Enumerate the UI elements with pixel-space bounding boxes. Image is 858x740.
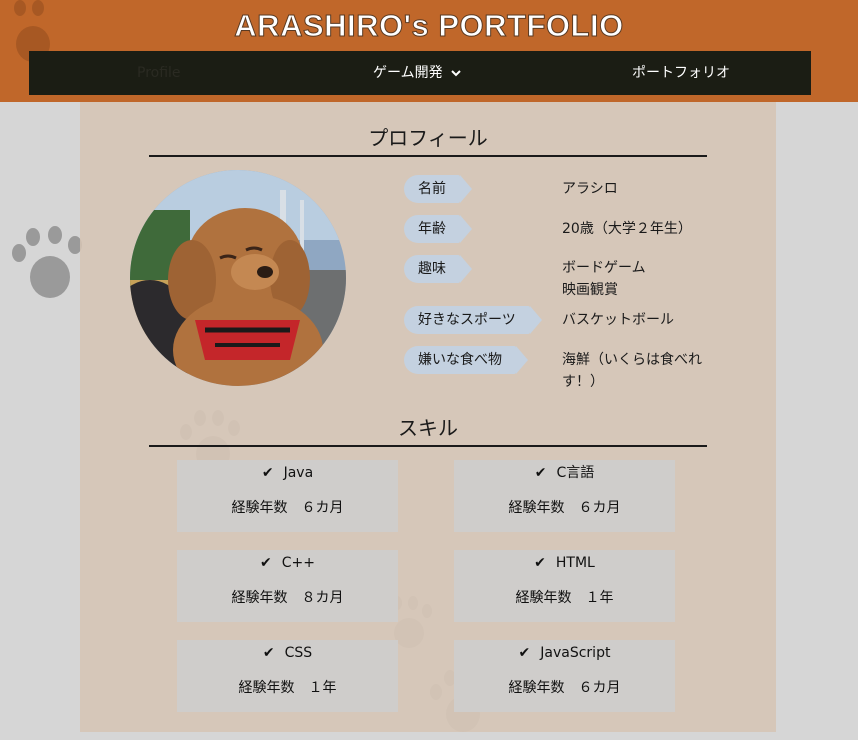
info-value-line: ボードゲーム [562,260,646,276]
info-label-name: 名前 [404,175,472,203]
check-icon: ✔ [261,465,274,481]
info-label-sport: 好きなスポーツ [404,306,542,334]
skill-card-java: ✔ Java 経験年数 ６カ月 [177,460,398,532]
skill-name: C++ [281,555,315,571]
info-value-age: 20歳（大学２年生） [562,221,692,237]
check-icon: ✔ [534,465,547,481]
info-value-disliked-food: 海鮮（いくらは食べれ す！） [562,349,702,393]
skill-name-row: ✔ C++ [177,552,398,574]
profile-heading: プロフィール [149,122,707,157]
skill-card-html: ✔ HTML 経験年数 １年 [454,550,675,622]
info-value-line: す！） [562,374,604,390]
skills-heading: スキル [149,412,707,447]
skill-card-cpp: ✔ C++ 経験年数 ８カ月 [177,550,398,622]
skill-experience: 経験年数 ６カ月 [231,500,344,516]
skill-name: HTML [555,555,595,571]
info-value-sport: バスケットボール [562,312,674,328]
skill-card-css: ✔ CSS 経験年数 １年 [177,640,398,712]
nav-item-portfolio[interactable]: ポートフォリオ [632,51,730,95]
skill-name: CSS [284,645,313,661]
info-value-hobby: ボードゲーム 映画観賞 [562,257,646,301]
skill-experience: 経験年数 １年 [515,590,614,606]
skill-name: Java [283,465,314,481]
check-icon: ✔ [534,555,546,571]
skill-experience: 経験年数 １年 [238,680,337,696]
skill-name-row: ✔ JavaScript [454,642,675,664]
nav-item-profile[interactable]: Profile [137,51,181,95]
info-value-line: 海鮮（いくらは食べれ [562,352,702,368]
skill-experience: 経験年数 ８カ月 [231,590,344,606]
skill-name-row: ✔ Java [177,462,398,484]
info-label-age: 年齢 [404,215,472,243]
skill-card-javascript: ✔ JavaScript 経験年数 ６カ月 [454,640,675,712]
skill-card-c: ✔ C言語 経験年数 ６カ月 [454,460,675,532]
site-header: ARASHIRO's PORTFOLIO Profile ゲーム開発 ポートフォ… [0,0,858,102]
skill-experience: 経験年数 ６カ月 [508,680,621,696]
check-icon: ✔ [262,645,275,661]
check-icon: ✔ [518,645,531,661]
site-title: ARASHIRO's PORTFOLIO [234,8,624,44]
nav-item-game-dev[interactable]: ゲーム開発 [373,51,461,95]
main-nav: Profile ゲーム開発 ポートフォリオ [29,51,811,95]
main-content: プロフィール 名前 アラシロ 年齢 20歳（大学２年生） 趣味 ボードゲーム 映… [80,102,776,732]
skill-name-row: ✔ C言語 [454,462,675,484]
skill-name-row: ✔ CSS [177,642,398,664]
info-value-line: 映画観賞 [562,282,618,298]
chevron-down-icon [450,52,461,96]
info-label-disliked-food: 嫌いな食べ物 [404,346,528,374]
skill-experience: 経験年数 ６カ月 [508,500,621,516]
skill-name: JavaScript [540,645,611,661]
skill-name-row: ✔ HTML [454,552,675,574]
avatar [130,170,346,386]
check-icon: ✔ [260,555,272,571]
skill-name: C言語 [556,465,595,481]
nav-item-label: ゲーム開発 [373,65,443,81]
info-label-hobby: 趣味 [404,255,472,283]
info-value-name: アラシロ [562,181,618,197]
